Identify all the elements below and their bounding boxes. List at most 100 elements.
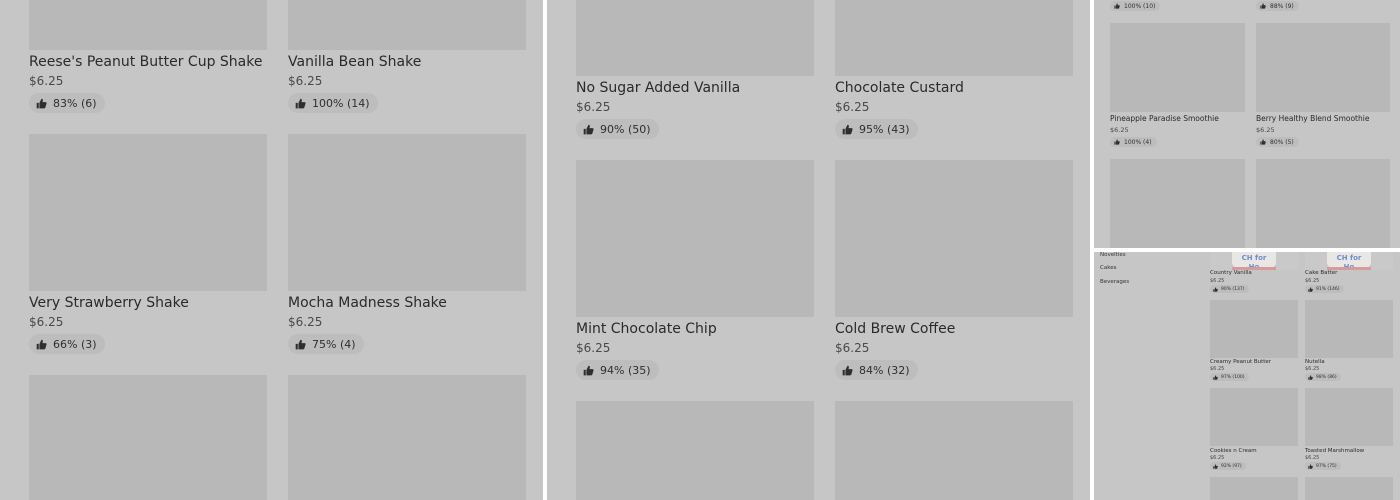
item-price: $6.25 xyxy=(835,100,870,114)
rating-text: 94% (35) xyxy=(600,363,651,377)
item-name: Cold Brew Coffee xyxy=(835,321,956,337)
rating-text: 83% (6) xyxy=(53,96,97,110)
rating-badge: 100% (10) xyxy=(1110,1,1161,11)
category-link-beverages[interactable]: Beverages xyxy=(1100,279,1129,285)
item-image[interactable] xyxy=(1305,388,1393,446)
rating-text: 92% (97) xyxy=(1221,463,1242,469)
menu-panel-ice-cream: Novelties Cakes Beverages CH for Ho CH f… xyxy=(1094,252,1400,500)
item-price: $6.25 xyxy=(1305,366,1320,372)
item-image[interactable] xyxy=(1110,159,1245,248)
rating-text: 100% (14) xyxy=(312,96,370,110)
item-name: Toasted Marshmallow xyxy=(1305,448,1365,454)
item-price: $6.25 xyxy=(1210,278,1225,284)
item-price: $6.25 xyxy=(1256,126,1275,134)
rating-badge: 90% (50) xyxy=(576,119,659,139)
rating-badge: 95% (43) xyxy=(835,119,918,139)
rating-badge: 98% (86) xyxy=(1305,373,1341,381)
item-image[interactable] xyxy=(576,0,814,76)
item-image[interactable] xyxy=(1305,477,1393,500)
item-name: Cake Batter xyxy=(1305,270,1338,276)
rating-badge: 100% (14) xyxy=(288,93,378,113)
item-image[interactable] xyxy=(1210,300,1298,358)
item-price: $6.25 xyxy=(29,74,64,88)
item-image[interactable] xyxy=(1256,23,1390,112)
item-image[interactable] xyxy=(835,0,1073,76)
rating-badge: 75% (4) xyxy=(288,334,364,354)
thumbs-up-icon xyxy=(1213,286,1218,292)
item-name: Vanilla Bean Shake xyxy=(288,54,422,70)
thumbs-up-icon xyxy=(1114,3,1120,9)
item-name: Mocha Madness Shake xyxy=(288,295,447,311)
thumbs-up-icon xyxy=(295,98,306,109)
rating-text: 84% (32) xyxy=(859,363,910,377)
rating-badge: 84% (32) xyxy=(835,360,918,380)
thumbs-up-icon xyxy=(842,124,853,135)
menu-panel-flavors: No Sugar Added Vanilla $6.25 90% (50) Ch… xyxy=(547,0,1090,500)
category-link-novelties[interactable]: Novelties xyxy=(1100,252,1126,258)
thumbs-up-icon xyxy=(1260,3,1266,9)
thumbs-up-icon xyxy=(842,365,853,376)
cup-label: CH for Ho xyxy=(1241,254,1267,271)
thumbs-up-icon xyxy=(583,124,594,135)
item-image[interactable] xyxy=(835,401,1073,500)
item-price: $6.25 xyxy=(835,341,870,355)
rating-text: 100% (10) xyxy=(1124,2,1156,10)
item-image[interactable] xyxy=(288,0,526,50)
item-name: No Sugar Added Vanilla xyxy=(576,80,741,96)
category-link-cakes[interactable]: Cakes xyxy=(1100,265,1116,271)
item-name: Creamy Peanut Butter xyxy=(1210,359,1272,365)
item-price: $6.25 xyxy=(1305,278,1320,284)
rating-text: 90% (137) xyxy=(1221,286,1245,292)
rating-badge: 97% (100) xyxy=(1210,373,1249,381)
item-image[interactable] xyxy=(1256,159,1390,248)
item-name: Nutella xyxy=(1305,359,1325,365)
cup-label: CH for Ho xyxy=(1336,254,1362,271)
rating-badge: 88% (9) xyxy=(1256,1,1299,11)
item-price: $6.25 xyxy=(29,315,64,329)
item-price: $6.25 xyxy=(576,100,611,114)
item-image[interactable] xyxy=(576,160,814,317)
rating-badge: 94% (35) xyxy=(576,360,659,380)
thumbs-up-icon xyxy=(1308,286,1313,292)
item-name: Very Strawberry Shake xyxy=(29,295,189,311)
item-name: Country Vanilla xyxy=(1210,270,1252,276)
thumbs-up-icon xyxy=(1213,463,1218,469)
rating-badge: 92% (97) xyxy=(1210,462,1246,470)
rating-text: 98% (86) xyxy=(1316,374,1337,380)
rating-badge: 66% (3) xyxy=(29,334,105,354)
item-name: Cookies n Cream xyxy=(1210,448,1257,454)
item-price: $6.25 xyxy=(576,341,611,355)
thumbs-up-icon xyxy=(583,365,594,376)
rating-badge: 91% (146) xyxy=(1305,285,1344,293)
item-image[interactable] xyxy=(1210,388,1298,446)
rating-text: 90% (50) xyxy=(600,122,651,136)
item-price: $6.25 xyxy=(1110,126,1129,134)
item-name: Reese's Peanut Butter Cup Shake xyxy=(29,54,263,70)
item-name: Chocolate Custard xyxy=(835,80,964,96)
rating-text: 97% (75) xyxy=(1316,463,1337,469)
item-image[interactable] xyxy=(288,134,526,291)
item-name: Mint Chocolate Chip xyxy=(576,321,717,337)
rating-badge: 80% (5) xyxy=(1256,137,1299,147)
item-image[interactable] xyxy=(29,375,267,500)
item-image[interactable] xyxy=(29,134,267,291)
item-name: Pineapple Paradise Smoothie xyxy=(1110,114,1219,123)
item-image[interactable] xyxy=(288,375,526,500)
item-image[interactable] xyxy=(835,160,1073,317)
rating-badge: 97% (75) xyxy=(1305,462,1341,470)
item-image[interactable]: CH for Ho xyxy=(1210,252,1298,271)
item-image[interactable] xyxy=(1110,23,1245,112)
menu-panel-shakes: Reese's Peanut Butter Cup Shake $6.25 83… xyxy=(0,0,543,500)
item-image[interactable] xyxy=(1305,300,1393,358)
item-price: $6.25 xyxy=(288,74,323,88)
item-image[interactable]: CH for Ho xyxy=(1305,252,1393,271)
item-price: $6.25 xyxy=(1210,366,1225,372)
rating-text: 66% (3) xyxy=(53,337,97,351)
item-image[interactable] xyxy=(1210,477,1298,500)
rating-badge: 90% (137) xyxy=(1210,285,1249,293)
thumbs-up-icon xyxy=(1308,463,1313,469)
thumbs-up-icon xyxy=(1213,374,1218,380)
item-image[interactable] xyxy=(29,0,267,50)
item-image[interactable] xyxy=(576,401,814,500)
rating-text: 100% (4) xyxy=(1124,138,1152,146)
